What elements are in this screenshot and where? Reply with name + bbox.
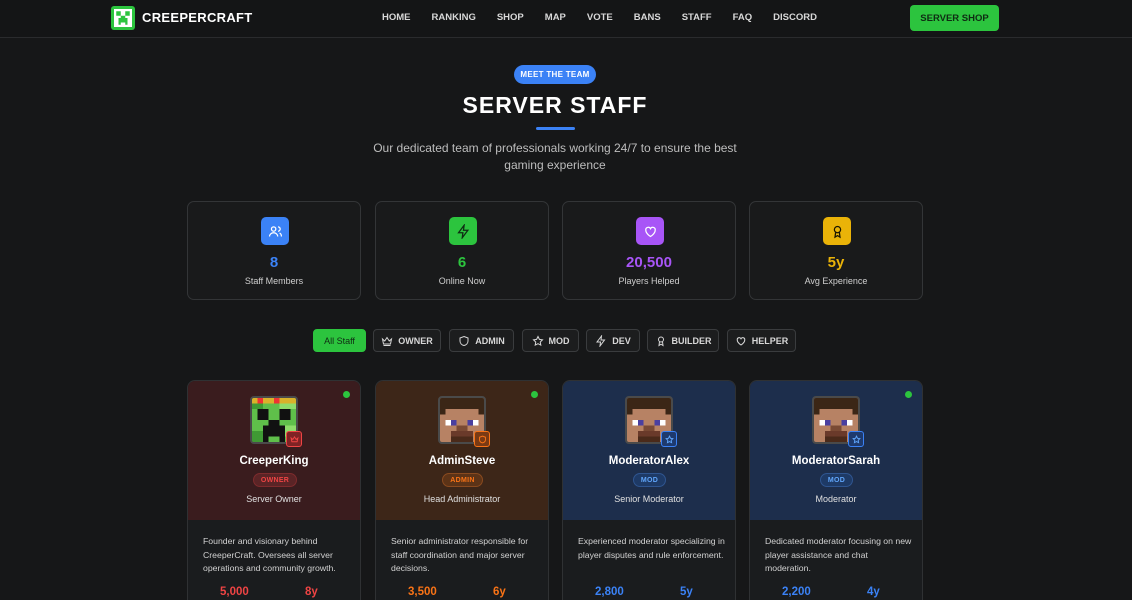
crown-icon (381, 336, 393, 346)
staff-stat-helped: 2,200 (782, 586, 811, 598)
page-subtitle: Our dedicated team of professionals work… (373, 141, 737, 172)
stat-label: Players Helped (618, 276, 680, 286)
filter-label: ADMIN (475, 335, 505, 346)
staff-card-moderatoralex[interactable]: ModeratorAlex MOD Senior Moderator Exper… (562, 380, 736, 600)
nav-faq[interactable]: FAQ (733, 12, 753, 23)
staff-card-creeperking[interactable]: CreeperKing OWNER Server Owner Founder a… (187, 380, 361, 600)
stat-card-experience: 5y Avg Experience (749, 201, 923, 300)
creeper-logo-icon (111, 5, 135, 30)
filter-label: All Staff (324, 335, 355, 346)
online-indicator (531, 391, 538, 398)
star-icon (531, 334, 544, 346)
nav-discord[interactable]: DISCORD (773, 12, 817, 23)
staff-name: ModeratorSarah (791, 455, 881, 467)
stat-card-online: 6 Online Now (375, 201, 549, 300)
staff-card-adminsteve[interactable]: AdminSteve ADMIN Head Administrator Seni… (375, 380, 549, 600)
filter-label: HELPER (751, 335, 789, 346)
nav-bans[interactable]: BANS (634, 12, 661, 23)
staff-description: Dedicated moderator focusing on new play… (765, 536, 912, 573)
role-badge: ADMIN (442, 473, 483, 487)
staff-name: AdminSteve (428, 455, 496, 467)
stat-value: 8 (269, 254, 279, 271)
nav-map[interactable]: MAP (545, 12, 566, 23)
stat-label: Avg Experience (804, 276, 868, 286)
stat-label: Online Now (438, 276, 486, 286)
page-title: SERVER STAFF (462, 92, 648, 118)
staff-title: Head Administrator (423, 494, 501, 504)
heart-icon (636, 217, 664, 245)
filter-admin[interactable]: ADMIN (449, 329, 514, 352)
filter-all-staff[interactable]: All Staff (313, 329, 366, 352)
title-underline (536, 127, 575, 130)
role-badge: MOD (633, 473, 666, 487)
stat-value: 5y (827, 254, 845, 271)
nav-shop[interactable]: SHOP (497, 12, 524, 23)
staff-stat-helped: 2,800 (595, 586, 624, 598)
role-badge: MOD (820, 473, 853, 487)
stat-label: Staff Members (244, 276, 304, 286)
staff-stat-helped: 5,000 (220, 586, 249, 598)
staff-stat-years: 4y (867, 586, 880, 598)
stat-card-staff: 8 Staff Members (187, 201, 361, 300)
award-icon (823, 217, 851, 245)
filter-label: MOD (548, 335, 570, 346)
top-nav: CREEPERCRAFT HOME RANKING SHOP MAP VOTE … (0, 0, 1132, 38)
nav-vote[interactable]: VOTE (587, 12, 613, 23)
stat-value: 20,500 (626, 254, 672, 271)
brand-name: CREEPERCRAFT (142, 10, 253, 25)
stat-card-helped: 20,500 Players Helped (562, 201, 736, 300)
staff-stat-years: 8y (305, 586, 318, 598)
award-icon (657, 336, 664, 346)
users-icon (261, 217, 289, 245)
lightning-icon (596, 334, 606, 347)
staff-name: CreeperKing (239, 455, 309, 467)
nav-ranking[interactable]: RANKING (432, 12, 476, 23)
filter-owner[interactable]: OWNER (373, 329, 441, 352)
filter-helper[interactable]: HELPER (727, 329, 796, 352)
filter-label: DEV (612, 335, 631, 346)
staff-stat-years: 5y (680, 586, 693, 598)
staff-title: Server Owner (246, 494, 302, 504)
heart-icon (736, 336, 745, 346)
nav-home[interactable]: HOME (382, 12, 411, 23)
shield-icon (459, 335, 469, 346)
staff-name: ModeratorAlex (608, 455, 690, 467)
staff-stat-helped: 3,500 (408, 586, 437, 598)
star-icon (661, 431, 677, 447)
filter-builder[interactable]: BUILDER (647, 329, 719, 352)
shield-icon (474, 431, 490, 447)
role-badge: OWNER (253, 473, 297, 487)
online-indicator (343, 391, 350, 398)
staff-description: Founder and visionary behind CreeperCraf… (203, 536, 336, 573)
staff-card-moderatorsarah[interactable]: ModeratorSarah MOD Moderator Dedicated m… (749, 380, 923, 600)
server-shop-button[interactable]: SERVER SHOP (910, 5, 999, 31)
brand-logo[interactable]: CREEPERCRAFT (111, 5, 253, 30)
nav-staff[interactable]: STAFF (682, 12, 712, 23)
staff-stat-years: 6y (493, 586, 506, 598)
filter-mod[interactable]: MOD (522, 329, 579, 352)
filter-label: BUILDER (671, 335, 712, 346)
online-indicator (905, 391, 912, 398)
filter-label: OWNER (398, 335, 433, 346)
crown-icon (286, 431, 302, 447)
nav-links: HOME RANKING SHOP MAP VOTE BANS STAFF FA… (382, 12, 838, 23)
lightning-icon (449, 217, 477, 245)
staff-description: Senior administrator responsible for sta… (391, 536, 529, 573)
staff-title: Moderator (815, 494, 857, 504)
meet-team-badge: MEET THE TEAM (514, 65, 596, 84)
stat-value: 6 (457, 254, 467, 271)
staff-title: Senior Moderator (614, 494, 684, 504)
filter-dev[interactable]: DEV (586, 329, 640, 352)
star-icon (848, 431, 864, 447)
staff-description: Experienced moderator specializing in pl… (578, 536, 725, 560)
